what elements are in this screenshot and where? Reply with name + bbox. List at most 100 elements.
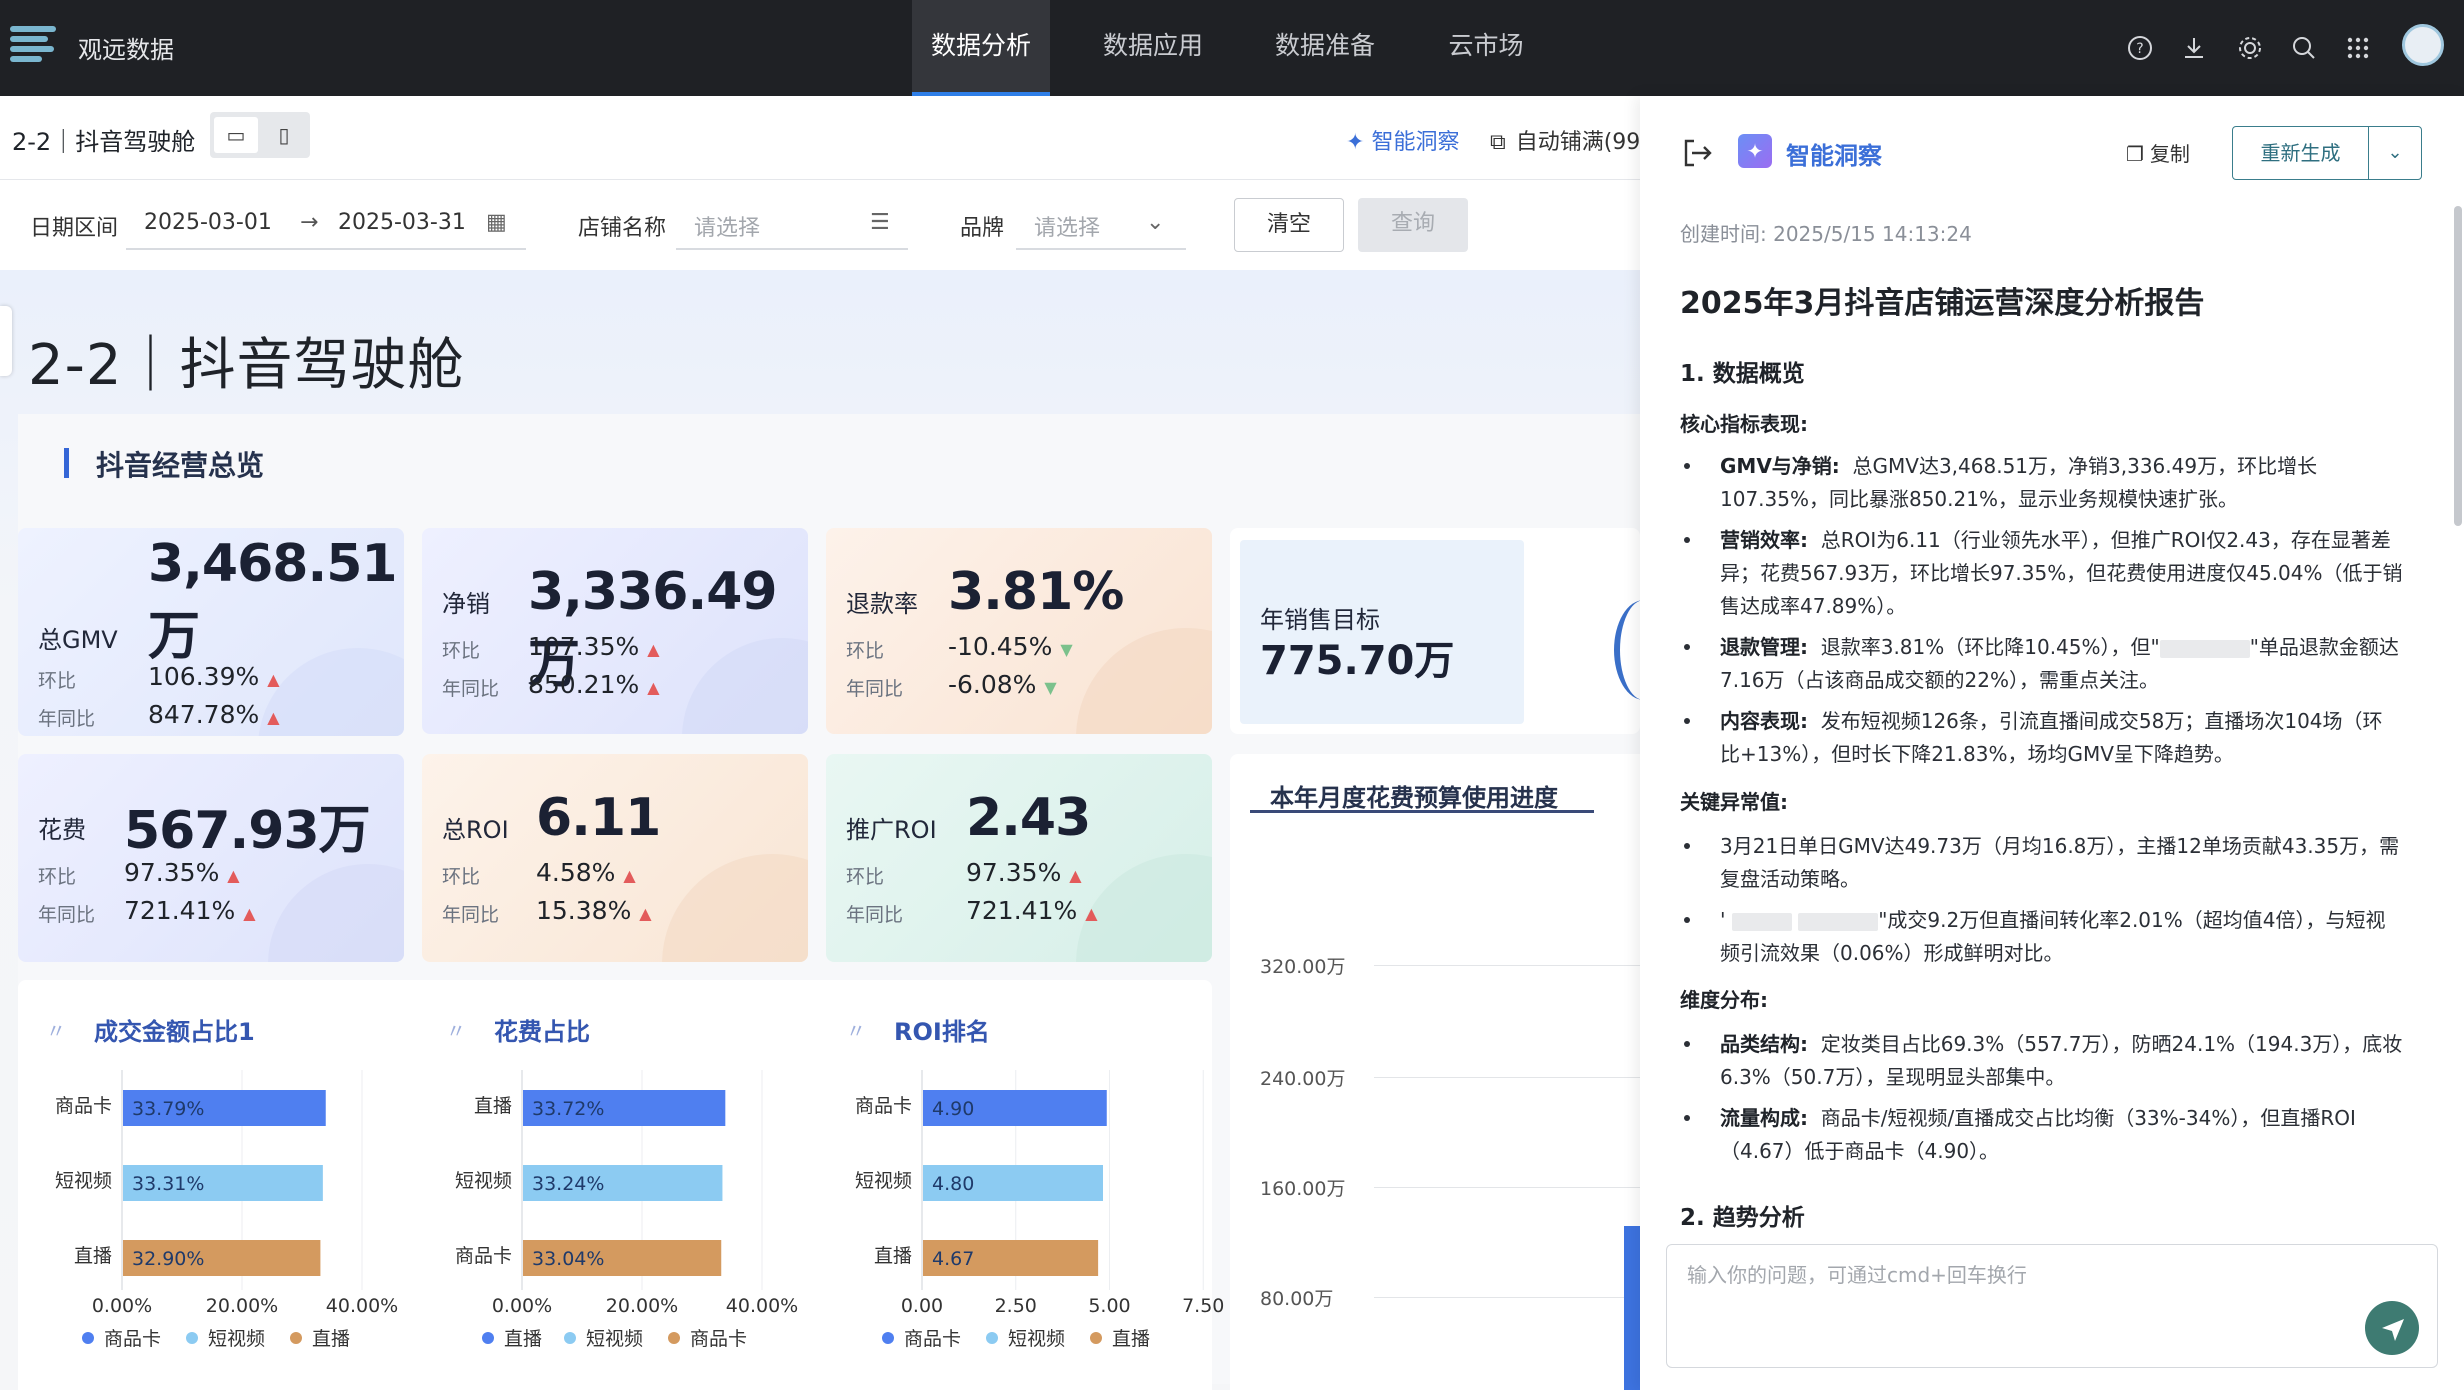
kpi-value: 6.11 [536, 788, 661, 848]
bullet [1684, 718, 1690, 724]
yoy-value: 721.41% ▲ [124, 896, 256, 925]
redacted-text [1731, 912, 1792, 931]
trend-up-icon: ▲ [1069, 866, 1082, 885]
apps-grid-icon[interactable] [2340, 30, 2376, 66]
date-underline [126, 248, 526, 250]
page-toolbar: 2-2｜抖音驾驶舱 ▭ ▯ ✦ 智能洞察 ⧉ 自动铺满(99 [0, 96, 1640, 180]
data-label: 4.67 [932, 1248, 974, 1270]
avatar[interactable] [2402, 24, 2444, 66]
yoy-label: 年同比 [38, 708, 96, 730]
calendar-icon[interactable]: ▦ [486, 210, 507, 235]
heading-overview: 1. 数据概览 [1680, 361, 1805, 387]
y-tick-label: 80.00万 [1260, 1288, 1334, 1310]
legend-marker [564, 1332, 576, 1344]
search-icon[interactable] [2286, 30, 2322, 66]
kpi-card-net-sales[interactable]: 净销 3,336.49万 环比 107.35% ▲ 年同比 850.21% ▲ [422, 528, 808, 734]
help-icon[interactable]: ? [2122, 30, 2158, 66]
kpi-card-total-roi[interactable]: 总ROI 6.11 环比 4.58% ▲ 年同比 15.38% ▲ [422, 754, 808, 962]
tab-data-application[interactable]: 数据应用 [1090, 0, 1216, 96]
bullet [1684, 917, 1690, 923]
drawer-scrollbar[interactable] [2454, 206, 2462, 526]
x-tick-label: 2.50 [995, 1295, 1037, 1317]
yoy-value: 847.78% ▲ [148, 700, 280, 729]
settings-icon[interactable] [2232, 30, 2268, 66]
data-label: 33.24% [532, 1173, 604, 1195]
smart-insight-drawer: ✦ 智能洞察 ❐ 复制 重新生成 ⌄ 创建时间: 2025/5/15 14:13:… [1640, 96, 2464, 1390]
report-line: 6.3%（50.7万），呈现明显头部集中。 [1720, 1065, 2066, 1089]
tab-data-analysis[interactable]: 数据分析 [912, 0, 1050, 96]
yoy-value: 15.38% ▲ [536, 896, 652, 925]
chevron-down-icon[interactable]: ⌄ [1146, 210, 1164, 235]
logo-icon[interactable] [10, 22, 56, 70]
send-button[interactable] [2365, 1301, 2419, 1355]
regenerate-button[interactable]: 重新生成 [2233, 127, 2369, 179]
copy-icon: ❐ [2126, 142, 2144, 166]
x-tick-label: 5.00 [1088, 1295, 1130, 1317]
yoy-label: 年同比 [38, 904, 96, 926]
yoy-value: 850.21% ▲ [528, 670, 660, 699]
store-underline [676, 248, 908, 250]
date-start-input[interactable]: 2025-03-01 [144, 210, 272, 235]
target-card[interactable]: 年销售目标 775.70万 [1240, 540, 1524, 724]
mobile-view-icon[interactable]: ▯ [262, 117, 306, 153]
query-button[interactable]: 查询 [1358, 198, 1468, 252]
trend-up-icon: ▲ [1085, 904, 1098, 923]
auto-fill-button[interactable]: ⧉ 自动铺满(99 [1490, 124, 1640, 156]
card-decoration [1076, 628, 1212, 734]
filter-list-icon[interactable]: ☰ [870, 210, 890, 235]
x-tick-label: 20.00% [606, 1295, 678, 1317]
tab-data-preparation[interactable]: 数据准备 [1262, 0, 1388, 96]
target-value: 775.70万 [1260, 638, 1455, 684]
regenerate-button-group: 重新生成 ⌄ [2232, 126, 2422, 180]
kpi-card-promo-roi[interactable]: 推广ROI 2.43 环比 97.35% ▲ 年同比 721.41% ▲ [826, 754, 1212, 962]
anomaly-label: 关键异常值: [1680, 790, 1788, 814]
heading-trend: 2. 趋势分析 [1680, 1205, 1805, 1231]
tab-cloud-market[interactable]: 云市场 [1434, 0, 1538, 96]
clear-button[interactable]: 清空 [1234, 198, 1344, 252]
yoy-value: -6.08% ▼ [948, 670, 1057, 699]
budget-bar[interactable] [1624, 1226, 1640, 1390]
question-input[interactable]: 输入你的问题，可通过cmd+回车换行 [1666, 1244, 2438, 1368]
desktop-view-icon[interactable]: ▭ [214, 117, 258, 153]
bullet [1684, 463, 1690, 469]
gridline [1374, 1297, 1640, 1298]
kpi-card-spend[interactable]: 花费 567.93万 环比 97.35% ▲ 年同比 721.41% ▲ [18, 754, 404, 962]
kpi-value: 567.93万 [124, 801, 371, 861]
data-label: 33.04% [532, 1248, 604, 1270]
collapse-handle[interactable] [0, 306, 12, 376]
yoy-value: 721.41% ▲ [966, 896, 1098, 925]
bar-charts-svg: 〃 成交金额占比1 0.00% 20.00% 40.00% 商品卡 33.79% 短视频 33.… [46, 1018, 1224, 1350]
data-label: 4.80 [932, 1173, 974, 1195]
date-end-input[interactable]: 2025-03-31 [338, 210, 466, 235]
smart-insight-button[interactable]: ✦ 智能洞察 [1346, 124, 1459, 156]
report-line: GMV与净销: 总GMV达3,468.51万，净销3,336.49万，环比增长 [1720, 454, 2318, 478]
mom-label: 环比 [38, 670, 77, 692]
exit-drawer-icon[interactable] [1680, 136, 1714, 170]
yoy-label: 年同比 [442, 904, 500, 926]
legend-marker [186, 1332, 198, 1344]
report-line: （4.67）低于商品卡（4.90）。 [1720, 1139, 2000, 1163]
gridline [1374, 1077, 1640, 1078]
top-navigation-bar: 观远数据 数据分析 数据应用 数据准备 云市场 ? [0, 0, 2464, 96]
legend-label: 直播 [504, 1328, 542, 1350]
brand-select[interactable]: 请选择 [1034, 210, 1100, 242]
y-tick-label: 160.00万 [1260, 1178, 1346, 1200]
category-label: 短视频 [455, 1170, 512, 1192]
download-icon[interactable] [2176, 30, 2212, 66]
svg-text:?: ? [2136, 41, 2143, 57]
mom-value: -10.45% ▼ [948, 632, 1073, 661]
chevron-down-icon[interactable]: ⌄ [2369, 127, 2421, 179]
bullet [1684, 644, 1690, 650]
store-select[interactable]: 请选择 [694, 210, 760, 242]
copy-button[interactable]: ❐ 复制 [2126, 138, 2190, 167]
kpi-card-refund-rate[interactable]: 退款率 3.81% 环比 -10.45% ▼ 年同比 -6.08% ▼ [826, 528, 1212, 734]
category-label: 短视频 [55, 1170, 112, 1192]
category-label: 商品卡 [855, 1095, 912, 1117]
smart-insight-label: 智能洞察 [1371, 130, 1460, 155]
trend-down-icon: ▼ [1044, 678, 1057, 697]
kpi-card-gmv[interactable]: 总GMV 3,468.51 万 环比 106.39% ▲ 年同比 847.78%… [18, 528, 404, 736]
kpi-value-unit: 万 [148, 607, 200, 667]
trend-up-icon: ▲ [243, 904, 256, 923]
budget-title-underline [1250, 810, 1594, 813]
chart-title-icon: 〃 [46, 1019, 66, 1043]
